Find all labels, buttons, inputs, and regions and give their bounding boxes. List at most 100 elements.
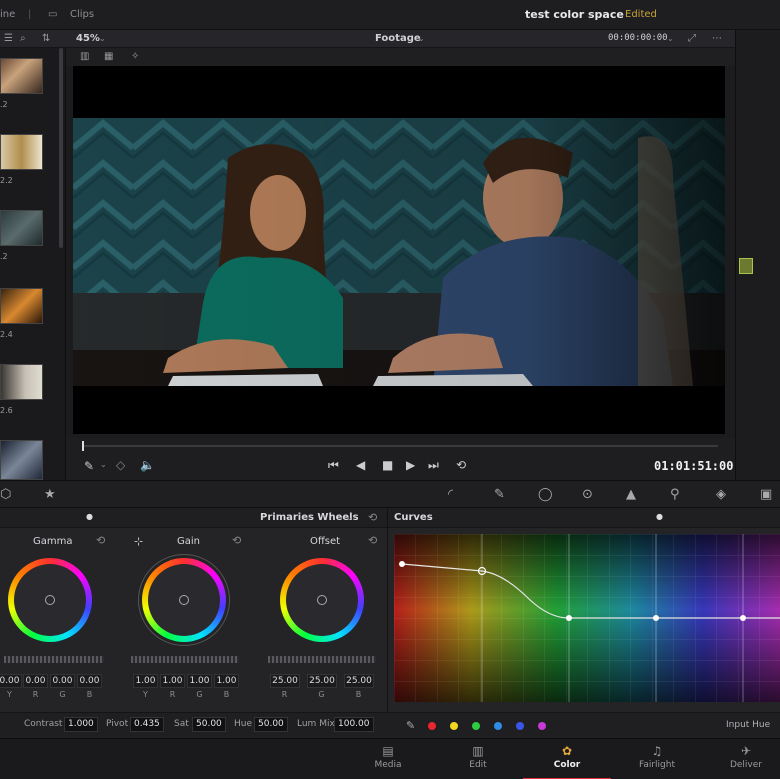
gain-g-value[interactable]: 1.00 xyxy=(187,674,212,688)
yellow-channel-dot[interactable] xyxy=(450,722,458,730)
sort-icon[interactable]: ⇅ xyxy=(42,33,50,44)
star-icon[interactable]: ★ xyxy=(44,487,56,502)
lummix-value[interactable]: 100.00 xyxy=(334,717,374,732)
timeline-label-fragment[interactable]: ine xyxy=(0,9,15,20)
green-channel-dot[interactable] xyxy=(472,722,480,730)
sizing-icon[interactable]: ◈ xyxy=(716,487,726,502)
clips-icon[interactable]: ▭ xyxy=(48,9,57,20)
gain-r-value[interactable]: 1.00 xyxy=(160,674,185,688)
contrast-value[interactable]: 1.000 xyxy=(64,717,98,732)
offset-r-value[interactable]: 25.00 xyxy=(270,674,300,688)
clip-label: .2 xyxy=(0,252,8,261)
grid-view-icon[interactable]: ▦ xyxy=(104,51,113,62)
zoom-select[interactable]: 45% xyxy=(76,33,100,44)
loop-icon[interactable]: ⟲ xyxy=(456,458,466,472)
page-tab-fairlight[interactable]: ♫ Fairlight xyxy=(613,739,701,779)
offset-master-slider[interactable] xyxy=(268,656,376,663)
clip-thumbnail[interactable] xyxy=(0,58,43,94)
play-reverse-icon[interactable]: ◀ xyxy=(356,458,365,472)
key-icon[interactable]: ⚲ xyxy=(670,487,680,502)
offset-wheel[interactable] xyxy=(280,558,364,642)
node-connector[interactable] xyxy=(739,258,753,274)
media-icon: ▤ xyxy=(382,744,394,758)
channel-label: B xyxy=(223,690,230,699)
pivot-value[interactable]: 0.435 xyxy=(130,717,164,732)
gain-wheel[interactable] xyxy=(142,558,226,642)
more-options-icon[interactable]: ⋯ xyxy=(712,33,722,44)
clip-thumbnail[interactable] xyxy=(0,440,43,480)
chevron-down-icon[interactable]: ⌄ xyxy=(418,34,425,43)
offset-g-value[interactable]: 25.00 xyxy=(307,674,337,688)
view-mode-select[interactable]: Footage xyxy=(375,33,421,44)
gamma-master-slider[interactable] xyxy=(4,656,104,663)
stop-icon[interactable]: ■ xyxy=(382,458,393,472)
tool-icon[interactable]: ⬡ xyxy=(0,487,11,502)
chevron-down-icon[interactable]: ⌄ xyxy=(100,460,107,469)
offset-wheel-handle[interactable] xyxy=(317,595,327,605)
tracker-icon[interactable]: ⊙ xyxy=(582,487,593,502)
gamma-wheel[interactable] xyxy=(8,558,92,642)
layers-icon[interactable]: ◇ xyxy=(116,458,125,472)
search-icon[interactable]: ⌕ xyxy=(20,33,26,44)
reset-icon[interactable]: ⟲ xyxy=(368,534,377,547)
list-view-icon[interactable]: ☰ xyxy=(4,33,13,44)
play-icon[interactable]: ▶ xyxy=(406,458,415,472)
clips-button[interactable]: Clips xyxy=(70,9,94,20)
reset-icon[interactable]: ⟲ xyxy=(368,511,377,524)
cyan-channel-dot[interactable] xyxy=(494,722,502,730)
strip-scrollbar[interactable] xyxy=(59,48,63,248)
gamma-b-value[interactable]: 0.00 xyxy=(77,674,102,688)
offset-b-value[interactable]: 25.00 xyxy=(344,674,374,688)
clip-thumbnail[interactable] xyxy=(0,288,43,324)
hue-value[interactable]: 50.00 xyxy=(254,717,288,732)
blur-icon[interactable]: ▲ xyxy=(626,487,636,502)
video-image[interactable] xyxy=(73,118,725,386)
magic-wand-icon[interactable]: ✧ xyxy=(131,51,139,62)
qualifier-icon[interactable]: ✎ xyxy=(494,487,505,502)
window-icon[interactable]: ◯ xyxy=(538,487,553,502)
go-to-end-icon[interactable]: ⏭ xyxy=(428,458,439,473)
wheels-mode-select[interactable]: Primaries Wheels xyxy=(260,512,359,523)
chevron-down-icon[interactable]: ⌄ xyxy=(667,34,674,43)
offset-title: Offset xyxy=(310,536,341,547)
split-view-icon[interactable]: ▥ xyxy=(80,51,89,62)
blue-channel-dot[interactable] xyxy=(516,722,524,730)
gamma-y-value[interactable]: 0.00 xyxy=(0,674,22,688)
gamma-g-value[interactable]: 0.00 xyxy=(50,674,75,688)
playhead[interactable] xyxy=(82,441,84,451)
eyedropper-icon[interactable]: ✎ xyxy=(406,719,415,732)
fullscreen-icon[interactable]: ⤢ xyxy=(688,33,696,44)
clip-label: .2 xyxy=(0,100,8,109)
crosshair-icon[interactable]: ⊹ xyxy=(134,535,143,548)
magenta-channel-dot[interactable] xyxy=(538,722,546,730)
sat-value[interactable]: 50.00 xyxy=(192,717,226,732)
clip-thumbnail[interactable] xyxy=(0,364,43,400)
curves-icon[interactable]: ◜ xyxy=(448,487,453,502)
gamma-wheel-handle[interactable] xyxy=(45,595,55,605)
volume-icon[interactable]: 🔈 xyxy=(140,458,155,472)
reset-icon[interactable]: ⟲ xyxy=(232,534,241,547)
color-icon: ✿ xyxy=(561,744,573,758)
chevron-down-icon[interactable]: ⌄ xyxy=(99,34,106,43)
page-tab-deliver[interactable]: ✈ Deliver xyxy=(702,739,780,779)
page-indicator-dot[interactable]: ● xyxy=(86,512,93,521)
go-to-start-icon[interactable]: ⏮ xyxy=(328,458,339,473)
scrubber-track[interactable] xyxy=(82,445,718,447)
red-channel-dot[interactable] xyxy=(428,722,436,730)
3d-icon[interactable]: ▣ xyxy=(760,487,772,502)
reset-icon[interactable]: ⟲ xyxy=(96,534,105,547)
gamma-r-value[interactable]: 0.00 xyxy=(23,674,48,688)
page-tab-color[interactable]: ✿ Color xyxy=(523,739,611,779)
gain-b-value[interactable]: 1.00 xyxy=(214,674,239,688)
eyedropper-icon[interactable]: ✎ xyxy=(84,459,94,473)
gain-wheel-handle[interactable] xyxy=(179,595,189,605)
gain-master-slider[interactable] xyxy=(131,656,239,663)
page-tab-edit[interactable]: ▥ Edit xyxy=(434,739,522,779)
chevron-down-icon[interactable]: ⌄ xyxy=(346,513,353,522)
gain-y-value[interactable]: 1.00 xyxy=(133,674,158,688)
page-indicator-dot[interactable]: ● xyxy=(656,512,663,521)
clip-thumbnail[interactable] xyxy=(0,210,43,246)
page-tab-media[interactable]: ▤ Media xyxy=(344,739,432,779)
curves-graph[interactable] xyxy=(394,534,780,702)
clip-thumbnail[interactable] xyxy=(0,134,43,170)
